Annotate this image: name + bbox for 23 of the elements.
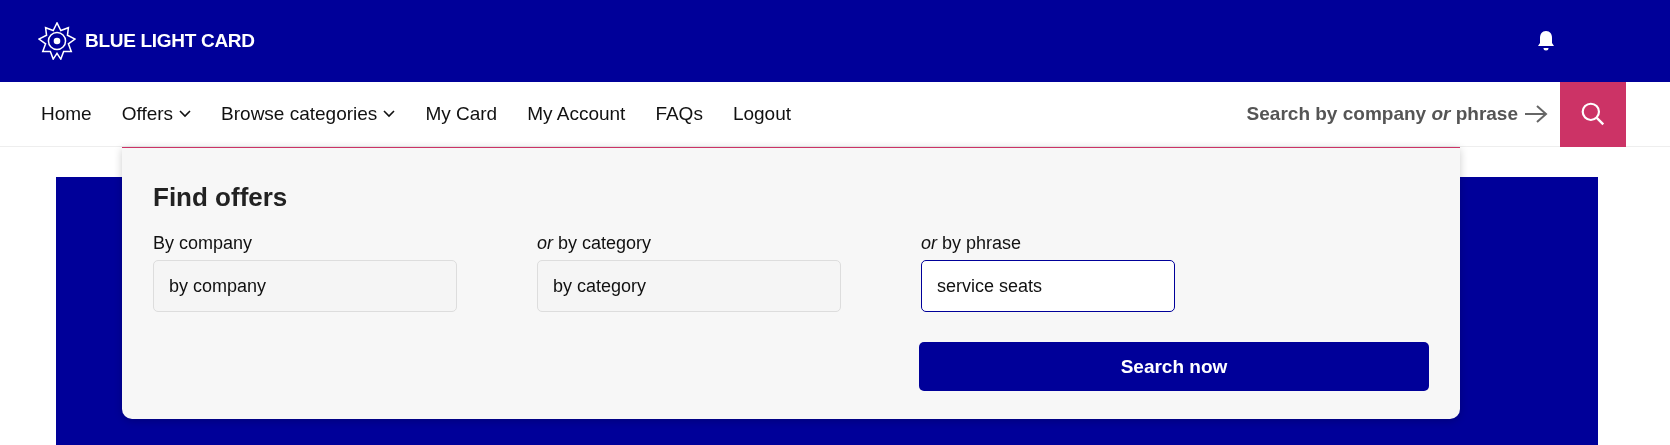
nav-link[interactable]: Logout	[732, 103, 792, 125]
panel-title: Find offers	[153, 182, 289, 213]
input-field[interactable]: by category	[537, 260, 841, 312]
nav-menu-button[interactable]: Browse categories	[221, 103, 396, 125]
nav-link[interactable]: FAQs	[655, 103, 703, 125]
nav-link[interactable]: Home	[41, 103, 92, 125]
chevron-down-icon	[179, 110, 192, 118]
search-icon	[1580, 101, 1606, 127]
input-field[interactable]: by company	[153, 260, 457, 312]
nav-link[interactable]: My Card	[425, 103, 498, 125]
field-label: or by phrase	[921, 233, 1023, 254]
nav-menu-button[interactable]: Offers	[121, 103, 192, 125]
search-prompt[interactable]: Search by company or phrase	[1246, 103, 1518, 125]
field-label: By company	[153, 233, 254, 254]
star-logo-icon	[38, 22, 76, 60]
search-now-button[interactable]: Search now	[919, 342, 1429, 391]
input-field[interactable]: service seats	[921, 260, 1175, 312]
search-button[interactable]	[1560, 81, 1626, 147]
nav-link[interactable]: My Account	[527, 103, 626, 125]
chevron-down-icon	[383, 110, 396, 118]
field-label: or by category	[537, 233, 653, 254]
arrow-right-icon	[1524, 104, 1548, 124]
brand-name[interactable]: BLUE LIGHT CARD	[85, 30, 255, 52]
